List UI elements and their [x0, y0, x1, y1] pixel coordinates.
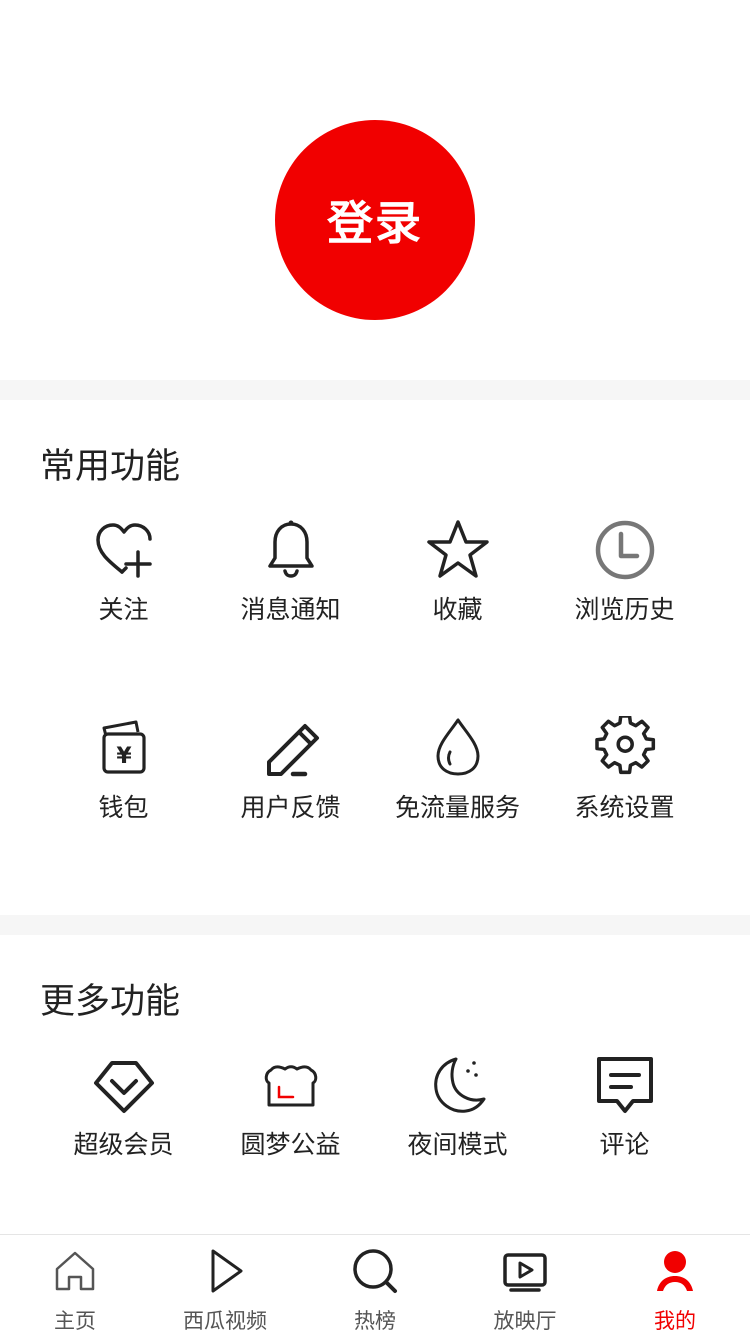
vip-label: 超级会员 — [73, 1130, 174, 1159]
svg-text:¥: ¥ — [116, 744, 132, 769]
video-icon — [503, 1253, 547, 1292]
bread-icon — [264, 1065, 317, 1107]
tab-theater-label: 放映厅 — [493, 1309, 557, 1333]
home-icon — [55, 1251, 95, 1291]
play-icon — [211, 1249, 243, 1293]
charity-label: 圆梦公益 — [240, 1130, 341, 1159]
tab-xigua-video[interactable]: 西瓜视频 — [150, 1235, 300, 1334]
comments-label: 评论 — [599, 1130, 650, 1159]
star-icon — [426, 520, 489, 578]
heart-plus-icon — [95, 523, 152, 578]
tab-home[interactable]: 主页 — [0, 1235, 150, 1334]
night-mode-item[interactable]: 夜间模式 — [374, 1053, 541, 1193]
diamond-icon — [93, 1061, 154, 1113]
tab-home-label: 主页 — [54, 1309, 96, 1333]
data-saver-item[interactable]: 免流量服务 — [374, 716, 541, 856]
bottom-tab-bar: 主页 西瓜视频 热榜 放映厅 我的 — [0, 1234, 750, 1334]
pencil-icon — [266, 724, 319, 777]
drop-icon — [436, 718, 479, 776]
tab-trending[interactable]: 热榜 — [300, 1235, 450, 1334]
history-label: 浏览历史 — [574, 595, 675, 624]
history-item[interactable]: 浏览历史 — [541, 518, 708, 658]
follow-item[interactable]: 关注 — [40, 518, 207, 658]
search-icon — [353, 1249, 397, 1293]
wallet-label: 钱包 — [98, 793, 149, 822]
comments-item[interactable]: 评论 — [541, 1053, 708, 1193]
feedback-label: 用户反馈 — [240, 793, 341, 822]
section-title: 常用功能 — [40, 447, 181, 487]
bell-icon — [267, 520, 314, 578]
wallet-item[interactable]: ¥ 钱包 — [40, 716, 207, 856]
tab-theater[interactable]: 放映厅 — [450, 1235, 600, 1334]
section-title: 更多功能 — [40, 982, 181, 1022]
notifications-label: 消息通知 — [240, 595, 341, 624]
section-divider — [0, 915, 750, 935]
vip-item[interactable]: 超级会员 — [40, 1053, 207, 1193]
feedback-item[interactable]: 用户反馈 — [207, 716, 374, 856]
login-button[interactable]: 登录 — [275, 120, 475, 320]
wallet-icon: ¥ — [101, 720, 146, 774]
night-mode-label: 夜间模式 — [407, 1130, 508, 1159]
notifications-item[interactable]: 消息通知 — [207, 518, 374, 658]
tab-me-label: 我的 — [654, 1309, 696, 1333]
comment-icon — [596, 1057, 653, 1113]
moon-icon — [433, 1057, 485, 1113]
charity-item[interactable]: 圆梦公益 — [207, 1053, 374, 1193]
user-icon — [657, 1251, 693, 1291]
follow-label: 关注 — [98, 595, 149, 624]
gear-icon — [594, 716, 655, 775]
data-saver-label: 免流量服务 — [394, 793, 520, 822]
tab-xigua-video-label: 西瓜视频 — [183, 1309, 267, 1333]
common-functions-section: 常用功能 关注 消息通知 收藏 浏览历史 ¥ 钱包 用户反馈 免流量服务 系统设… — [0, 400, 750, 915]
settings-item[interactable]: 系统设置 — [541, 716, 708, 856]
section-divider — [0, 380, 750, 400]
more-functions-section: 更多功能 超级会员 圆梦公益 夜间模式 评论 — [0, 935, 750, 1234]
tab-trending-label: 热榜 — [354, 1309, 396, 1333]
favorites-label: 收藏 — [432, 595, 483, 624]
favorites-item[interactable]: 收藏 — [374, 518, 541, 658]
profile-header: 登录 — [0, 0, 750, 380]
settings-label: 系统设置 — [574, 793, 675, 822]
tab-me[interactable]: 我的 — [600, 1235, 750, 1334]
clock-icon — [595, 520, 654, 580]
